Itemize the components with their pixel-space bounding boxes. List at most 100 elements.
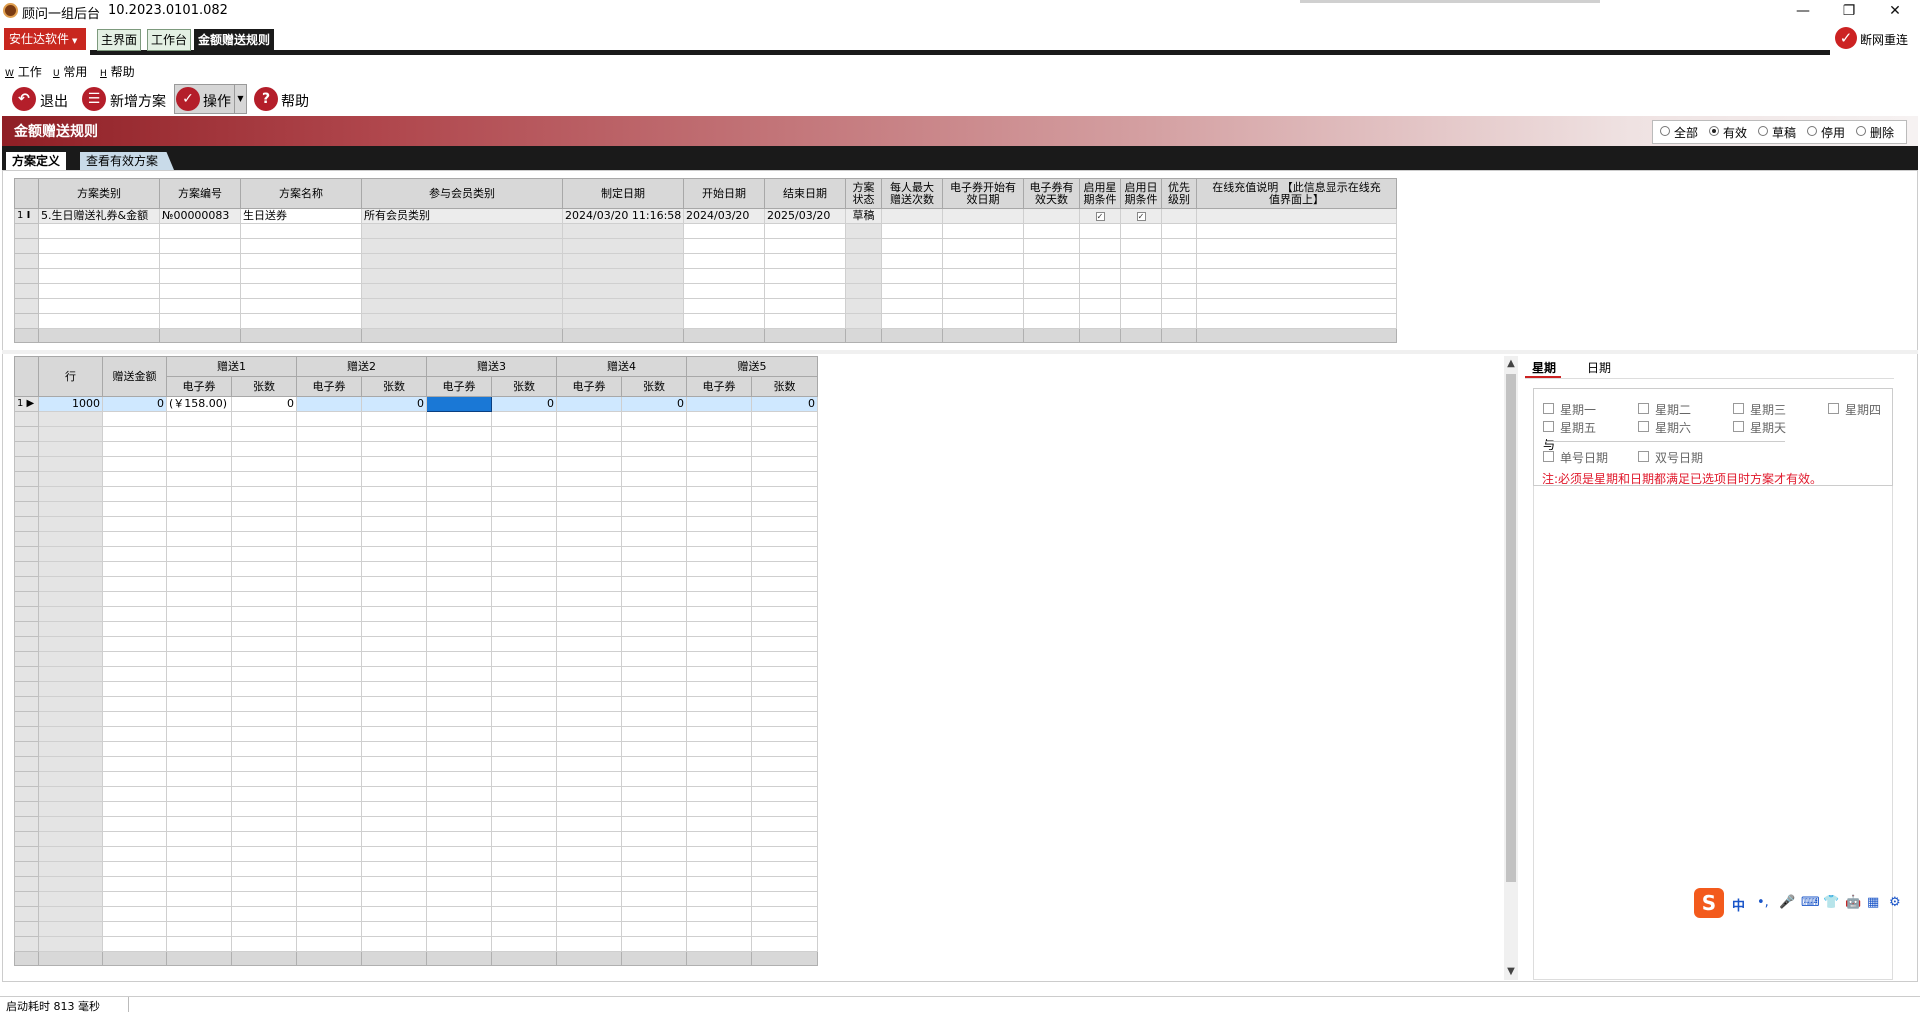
empty-row[interactable]	[14, 238, 1397, 254]
empty-cell[interactable]	[240, 313, 362, 329]
empty-cell[interactable]	[361, 846, 427, 862]
empty-cell[interactable]	[845, 223, 882, 239]
empty-cell[interactable]	[231, 456, 297, 472]
empty-cell[interactable]	[231, 891, 297, 907]
empty-cell[interactable]	[686, 636, 752, 652]
empty-cell[interactable]	[686, 501, 752, 517]
empty-cell[interactable]	[38, 681, 103, 697]
empty-cell[interactable]	[426, 456, 492, 472]
empty-cell[interactable]	[556, 681, 622, 697]
empty-cell[interactable]	[426, 441, 492, 457]
empty-cell[interactable]	[231, 861, 297, 877]
empty-cell[interactable]	[751, 621, 818, 637]
empty-cell[interactable]	[491, 756, 557, 772]
empty-cell[interactable]	[942, 253, 1024, 269]
empty-cell[interactable]	[38, 876, 103, 892]
empty-cell[interactable]	[621, 561, 687, 577]
empty-cell[interactable]	[166, 636, 232, 652]
empty-cell[interactable]	[491, 801, 557, 817]
empty-cell[interactable]	[14, 666, 39, 682]
empty-cell[interactable]	[231, 591, 297, 607]
radio-deleted-label[interactable]: 删除	[1870, 124, 1894, 141]
operate-check-icon[interactable]: ✓	[176, 87, 200, 111]
empty-cell[interactable]	[231, 516, 297, 532]
empty-cell[interactable]	[361, 681, 427, 697]
empty-cell[interactable]	[296, 711, 362, 727]
empty-cell[interactable]	[1196, 283, 1397, 299]
empty-cell[interactable]	[38, 576, 103, 592]
empty-cell[interactable]	[751, 456, 818, 472]
label-wednesday[interactable]: 星期三	[1750, 401, 1786, 418]
empty-cell[interactable]	[686, 816, 752, 832]
empty-cell[interactable]	[14, 531, 39, 547]
empty-cell[interactable]	[686, 441, 752, 457]
empty-row[interactable]	[14, 816, 818, 832]
empty-cell[interactable]	[102, 561, 167, 577]
empty-cell[interactable]	[621, 666, 687, 682]
radio-all-label[interactable]: 全部	[1674, 124, 1698, 141]
empty-cell[interactable]	[296, 771, 362, 787]
empty-cell[interactable]	[751, 801, 818, 817]
empty-cell[interactable]	[231, 921, 297, 937]
empty-cell[interactable]	[102, 591, 167, 607]
empty-cell[interactable]	[686, 861, 752, 877]
empty-cell[interactable]	[621, 741, 687, 757]
empty-cell[interactable]	[751, 846, 818, 862]
empty-row[interactable]	[14, 786, 818, 802]
empty-cell[interactable]	[562, 298, 684, 314]
empty-cell[interactable]	[361, 831, 427, 847]
empty-cell[interactable]	[231, 531, 297, 547]
empty-cell[interactable]	[1161, 313, 1197, 329]
empty-cell[interactable]	[1196, 313, 1397, 329]
empty-cell[interactable]	[1079, 223, 1121, 239]
empty-cell[interactable]	[240, 298, 362, 314]
empty-cell[interactable]	[38, 621, 103, 637]
empty-cell[interactable]	[1120, 298, 1162, 314]
empty-row[interactable]	[14, 696, 818, 712]
empty-cell[interactable]	[845, 283, 882, 299]
empty-cell[interactable]	[491, 486, 557, 502]
empty-cell[interactable]	[102, 771, 167, 787]
empty-cell[interactable]	[686, 786, 752, 802]
empty-cell[interactable]	[621, 471, 687, 487]
empty-cell[interactable]	[562, 253, 684, 269]
empty-cell[interactable]	[845, 313, 882, 329]
empty-cell[interactable]	[426, 636, 492, 652]
empty-cell[interactable]	[14, 516, 39, 532]
empty-cell[interactable]	[621, 936, 687, 952]
radio-valid[interactable]	[1709, 126, 1719, 136]
empty-cell[interactable]	[556, 696, 622, 712]
plan-header[interactable]: 方案 状态	[845, 178, 882, 209]
empty-cell[interactable]	[102, 486, 167, 502]
empty-cell[interactable]	[102, 696, 167, 712]
empty-cell[interactable]	[683, 268, 765, 284]
empty-cell[interactable]	[621, 786, 687, 802]
empty-row[interactable]	[14, 501, 818, 517]
empty-cell[interactable]	[14, 283, 39, 299]
empty-cell[interactable]	[942, 268, 1024, 284]
empty-cell[interactable]	[1023, 313, 1080, 329]
empty-cell[interactable]	[881, 253, 943, 269]
empty-cell[interactable]	[686, 651, 752, 667]
empty-cell[interactable]	[240, 268, 362, 284]
empty-cell[interactable]	[296, 831, 362, 847]
table-row[interactable]: 1 ▶ 1000 0 (￥158.00) 0 0 0 0 0	[14, 396, 818, 412]
empty-cell[interactable]	[231, 546, 297, 562]
empty-cell[interactable]	[159, 253, 241, 269]
gift-subheader-coupon[interactable]: 电子券	[556, 376, 622, 397]
empty-cell[interactable]	[556, 771, 622, 787]
empty-cell[interactable]	[751, 591, 818, 607]
empty-cell[interactable]	[686, 591, 752, 607]
empty-row[interactable]	[14, 531, 818, 547]
empty-cell[interactable]	[38, 711, 103, 727]
empty-cell[interactable]	[1120, 223, 1162, 239]
empty-cell[interactable]	[1161, 283, 1197, 299]
empty-cell[interactable]	[621, 456, 687, 472]
empty-cell[interactable]	[14, 471, 39, 487]
empty-cell[interactable]	[102, 816, 167, 832]
empty-row[interactable]	[14, 283, 1397, 299]
empty-cell[interactable]	[556, 651, 622, 667]
tab-weekday[interactable]: 星期	[1532, 359, 1556, 376]
empty-cell[interactable]	[556, 621, 622, 637]
empty-row[interactable]	[14, 936, 818, 952]
